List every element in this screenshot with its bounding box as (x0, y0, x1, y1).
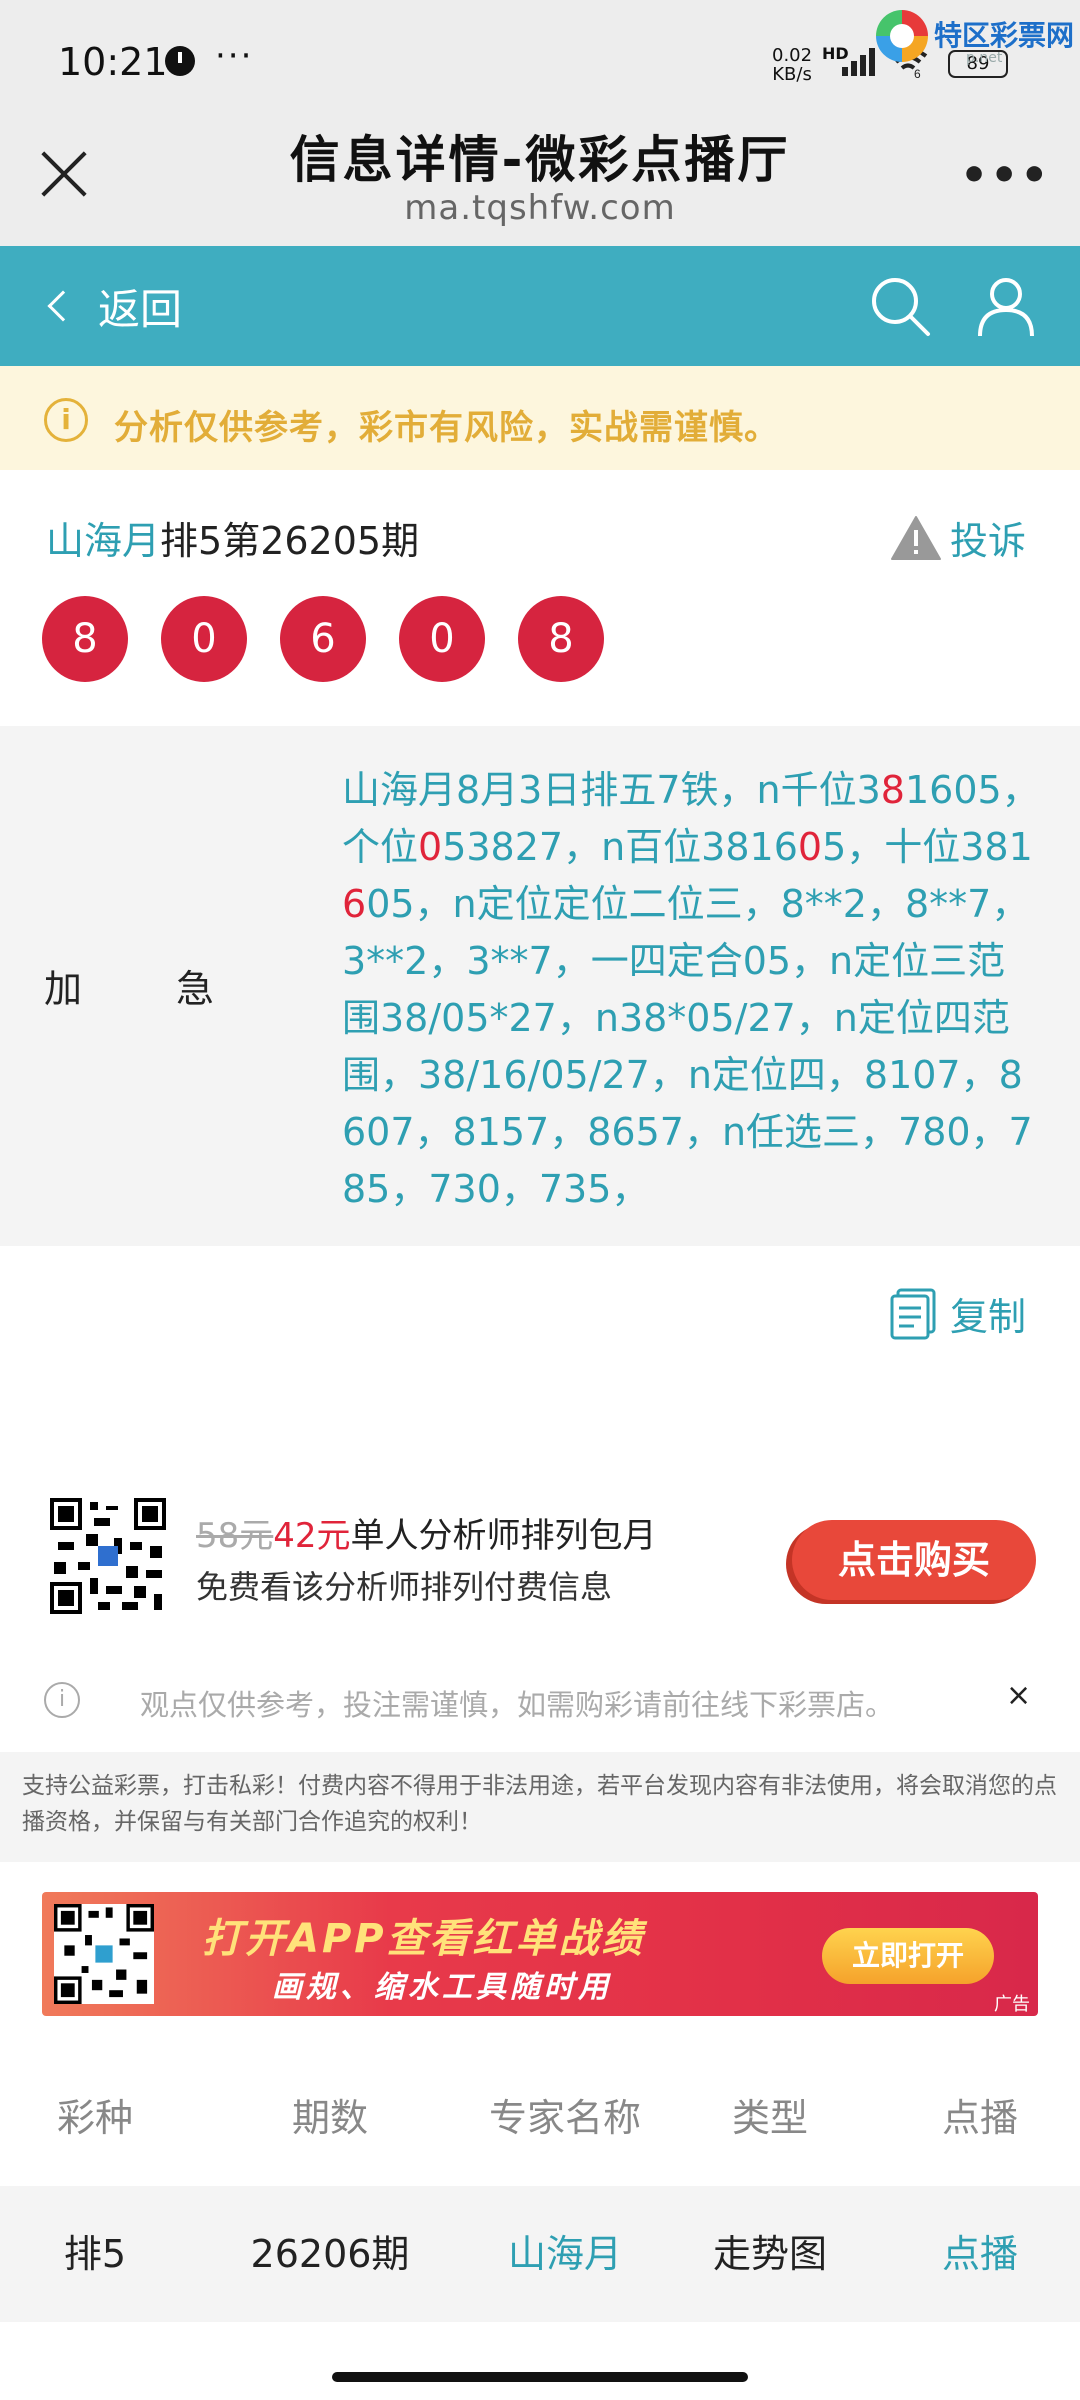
result-ball: 0 (399, 596, 485, 682)
promo-title-text: 单人分析师排列包月 (350, 1516, 657, 1556)
issue-heading: 山海月排5第26205期 (46, 510, 419, 565)
back-button[interactable]: 返回 (44, 276, 182, 336)
prediction-highlight: 8 (880, 768, 905, 812)
old-price: 58元 (196, 1516, 274, 1556)
page-title: 信息详情-微彩点播厅 (289, 131, 791, 189)
subscription-promo: 58元42元单人分析师排列包月 免费看该分析师排列付费信息 点击购买 (0, 1410, 1080, 1660)
watermark-logo-icon (876, 10, 928, 62)
result-ball: 8 (518, 596, 604, 682)
info-icon: i (44, 398, 88, 442)
prediction-text-part: 5，十位381 (822, 825, 1033, 869)
new-price: 42元 (273, 1516, 351, 1556)
prediction-text-part: 山海月8月3日排五7铁，n千位3 (342, 768, 881, 812)
copy-label: 复制 (950, 1295, 1027, 1339)
qr-code-image (50, 1498, 166, 1614)
promo-subtitle: 免费看该分析师排列付费信息 (196, 1568, 613, 1606)
page-url: ma.tqshfw.com (404, 188, 676, 228)
more-menu-icon[interactable]: ••• (960, 150, 1050, 201)
wifi-badge: 6 (914, 67, 921, 78)
issue-section: 山海月排5第26205期 投诉 8 0 6 0 8 (0, 470, 1080, 726)
chevron-left-icon (47, 290, 79, 322)
copy-row: 复制 (0, 1246, 1080, 1380)
result-ball: 8 (42, 596, 128, 682)
disclaimer-text: 观点仅供参考，投注需谨慎，如需购彩请前往线下彩票店。 (140, 1688, 895, 1722)
banner-title: 打开APP查看红单战绩 (202, 1916, 645, 1962)
prediction-highlight: 0 (797, 825, 823, 869)
watermark-text: 特区彩票网 (934, 19, 1075, 52)
net-speed-value: 0.02 (772, 45, 813, 66)
copy-button[interactable]: 复制 (890, 1286, 1026, 1341)
table-cell-issue: 26206期 (250, 2232, 410, 2276)
column-header: 点播 (941, 2096, 1018, 2140)
promo-title: 58元42元单人分析师排列包月 (196, 1508, 657, 1557)
legal-text: 支持公益彩票，打击私彩！付费内容不得用于非法用途，若平台发现内容有非法使用，将会… (22, 1773, 1057, 1835)
issue-text: 排5第26205期 (160, 519, 420, 563)
column-header: 彩种 (56, 2096, 133, 2140)
legal-notice: 支持公益彩票，打击私彩！付费内容不得用于非法用途，若平台发现内容有非法使用，将会… (0, 1752, 1080, 1862)
notification-more-icon: ··· (215, 36, 254, 76)
ad-label: 广告 (994, 1994, 1030, 2015)
status-time: 10:21 (58, 40, 168, 84)
banner-subtitle: 画规、缩水工具随时用 (272, 1970, 612, 2005)
signal-icon (840, 46, 880, 76)
table-cell-type: 走势图 (712, 2232, 827, 2276)
result-ball: 6 (280, 596, 366, 682)
complain-button[interactable]: 投诉 (890, 510, 1026, 565)
buy-button[interactable]: 点击购买 (792, 1520, 1036, 1600)
browser-title-bar: 信息详情-微彩点播厅 ma.tqshfw.com ••• (0, 110, 1080, 246)
result-ball: 0 (161, 596, 247, 682)
user-icon[interactable] (976, 274, 1036, 338)
table-cell-play-link[interactable]: 点播 (880, 2186, 1080, 2322)
content-label-char: 加 (44, 967, 83, 1011)
table-cell-lottery: 排5 (63, 2232, 127, 2276)
warning-icon (891, 515, 941, 560)
prediction-text-part: 05，n定位定位二位三，8**2，8**7，3**2，3**7，一四定合05，n… (342, 882, 1033, 1211)
table-header: 彩种 期数 专家名称 类型 点播 (0, 2050, 1080, 2186)
complain-label: 投诉 (950, 519, 1027, 563)
content-label: 加急 (44, 958, 308, 1013)
expert-name-link[interactable]: 山海月 (46, 519, 160, 563)
net-speed-unit: KB/s (772, 64, 812, 85)
column-header: 类型 (731, 2096, 808, 2140)
net-speed: 0.02 KB/s (772, 46, 812, 84)
risk-notice-text: 分析仅供参考，彩市有风险，实战需谨慎。 (114, 408, 779, 448)
result-balls: 8 0 6 0 8 (42, 596, 637, 682)
disclaimer-bar: i 观点仅供参考，投注需谨慎，如需购彩请前往线下彩票店。 × (0, 1660, 1080, 1740)
alarm-clock-icon (165, 46, 195, 76)
app-banner-ad[interactable]: 打开APP查看红单战绩 画规、缩水工具随时用 立即打开 广告 (42, 1892, 1038, 2016)
close-icon[interactable]: × (1006, 1678, 1031, 1713)
watermark-sub: p.net (966, 50, 1003, 66)
table-row: 排5 26206期 山海月 走势图 点播 (0, 2186, 1080, 2322)
prediction-content: 加急 山海月8月3日排五7铁，n千位381605，个位053827，n百位381… (0, 726, 1080, 1246)
info-icon: i (44, 1682, 80, 1718)
content-label-char: 急 (176, 967, 215, 1011)
watermark: 特区彩票网 p.net (876, 8, 1076, 66)
risk-notice: i 分析仅供参考，彩市有风险，实战需谨慎。 (0, 366, 1080, 470)
table-cell-expert-link[interactable]: 山海月 (470, 2186, 660, 2322)
column-header: 专家名称 (488, 2096, 641, 2140)
back-label: 返回 (98, 284, 183, 334)
search-icon[interactable] (868, 274, 932, 338)
prediction-highlight: 0 (418, 825, 443, 869)
copy-document-icon (890, 1288, 936, 1339)
prediction-text: 山海月8月3日排五7铁，n千位381605，个位053827，n百位381605… (342, 762, 1042, 1218)
qr-code-image (54, 1904, 154, 2004)
prediction-text-part: 53827，n百位3816 (442, 825, 798, 869)
open-app-button[interactable]: 立即打开 (822, 1928, 994, 1984)
column-header: 期数 (291, 2096, 368, 2140)
nav-bar: 返回 (0, 246, 1080, 366)
prediction-highlight: 6 (342, 882, 367, 926)
home-indicator[interactable] (332, 2372, 748, 2382)
